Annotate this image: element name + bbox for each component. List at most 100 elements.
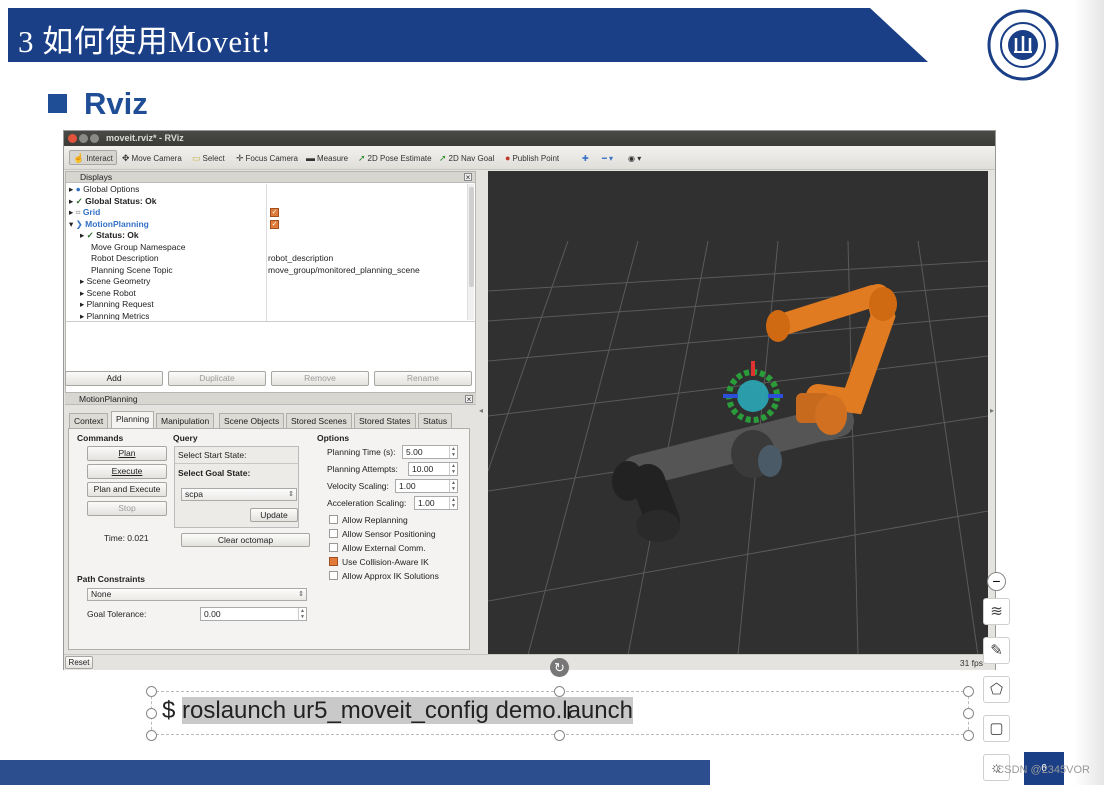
tree-row-planning-request[interactable]: ▸ Planning Request [80, 299, 154, 311]
acceleration-scaling-input[interactable]: 1.00 ▲ ▼ [414, 496, 458, 510]
maximize-window-button[interactable] [90, 134, 99, 143]
minimize-window-button[interactable] [79, 134, 88, 143]
spin-arrows-icon[interactable]: ▲ ▼ [449, 446, 457, 458]
pen-icon[interactable]: ✎ [983, 637, 1010, 664]
query-box: Select Start State: Select Goal State: s… [174, 446, 299, 528]
scrollbar-thumb[interactable] [469, 187, 474, 287]
focus-camera-icon: ✛ [236, 153, 244, 163]
planning-attempts-input[interactable]: 10.00 ▲ ▼ [408, 462, 458, 476]
resize-handle[interactable] [146, 708, 157, 719]
tree-row-robot-description[interactable]: Robot Description [91, 253, 159, 265]
tree-row-global-status[interactable]: ▸ ✓ Global Status: Ok [69, 196, 156, 208]
tool-interact[interactable]: ☝ Interact [69, 150, 117, 165]
collapse-left-icon[interactable]: ◂ [479, 406, 483, 415]
tree-row-planning-scene-topic[interactable]: Planning Scene Topic [91, 265, 173, 277]
tool-measure[interactable]: ▬ Measure [306, 151, 348, 166]
tab-manipulation[interactable]: Manipulation [156, 413, 215, 428]
resize-handle[interactable] [146, 686, 157, 697]
add-tool-icon[interactable]: ✚ [582, 151, 589, 166]
select-start-state-label[interactable]: Select Start State: [178, 450, 247, 460]
slide-subtitle: Rviz [84, 86, 148, 121]
tool-properties-icon[interactable]: ◉ ▾ [628, 151, 641, 166]
spin-arrows-icon[interactable]: ▲ ▼ [449, 463, 457, 475]
tree-row-planning-metrics[interactable]: ▸ Planning Metrics [80, 311, 149, 320]
tree-row-scene-robot[interactable]: ▸ Scene Robot [80, 288, 136, 300]
goal-tolerance-input[interactable]: 0.00 ▲ ▼ [200, 607, 307, 621]
select-goal-state-label[interactable]: Select Goal State: [178, 468, 250, 478]
allow-replanning-checkbox[interactable] [329, 515, 338, 524]
resize-handle[interactable] [963, 708, 974, 719]
3d-viewport[interactable] [488, 171, 988, 655]
shape-fill-icon[interactable]: ⬠ [983, 676, 1010, 703]
reset-button[interactable]: Reset [65, 656, 93, 669]
planning-scene-topic-value[interactable]: move_group/monitored_planning_scene [268, 265, 420, 277]
rename-display-button[interactable]: Rename [374, 371, 472, 386]
remove-tool-icon[interactable]: ━ ▾ [602, 151, 613, 166]
tool-focus-camera[interactable]: ✛ Focus Camera [236, 151, 298, 166]
interactive-marker[interactable] [723, 361, 783, 423]
tree-row-move-group-namespace[interactable]: Move Group Namespace [91, 242, 186, 254]
close-panel-button[interactable]: × [464, 173, 472, 182]
tab-scene-objects[interactable]: Scene Objects [219, 413, 285, 428]
approx-ik-checkbox[interactable] [329, 571, 338, 580]
spin-arrows-icon[interactable]: ▲ ▼ [449, 497, 457, 509]
add-display-button[interactable]: Add [65, 371, 163, 386]
collision-aware-ik-checkbox[interactable] [329, 557, 338, 566]
collapse-right-icon[interactable]: ▸ [990, 406, 994, 415]
robot-description-value[interactable]: robot_description [268, 253, 333, 265]
path-constraints-dropdown[interactable]: None ⇕ [87, 588, 307, 601]
tool-select[interactable]: ▭ Select [192, 151, 225, 166]
velocity-scaling-input[interactable]: 1.00 ▲ ▼ [395, 479, 458, 493]
map-pin-icon: ● [505, 153, 511, 163]
resize-handle[interactable] [554, 730, 565, 741]
stop-button[interactable]: Stop [87, 501, 167, 516]
update-button[interactable]: Update [250, 508, 298, 522]
plan-and-execute-button[interactable]: Plan and Execute [87, 482, 167, 497]
tree-row-grid[interactable]: ▸ ⌗ Grid [69, 207, 100, 219]
allow-sensor-positioning-checkbox[interactable] [329, 529, 338, 538]
tree-row-motion-planning[interactable]: ▾ ❯ MotionPlanning [69, 219, 149, 231]
resize-handle[interactable] [146, 730, 157, 741]
clear-octomap-button[interactable]: Clear octomap [181, 533, 310, 547]
resize-handle[interactable] [963, 686, 974, 697]
close-window-button[interactable] [68, 134, 77, 143]
rviz-window: moveit.rviz* - RViz ☝ Interact ✥ Move Came… [63, 130, 996, 670]
nav-arrow-icon: ➚ [439, 153, 447, 163]
moveit-icon: ❯ [75, 218, 83, 229]
spin-arrows-icon[interactable]: ▲ ▼ [298, 608, 306, 620]
spin-arrows-icon[interactable]: ▲ ▼ [449, 480, 457, 492]
allow-sensor-positioning-label: Allow Sensor Positioning [342, 529, 436, 539]
tool-move-camera[interactable]: ✥ Move Camera [122, 151, 182, 166]
layers-icon[interactable]: ≋ [983, 598, 1010, 625]
tree-row-global-options[interactable]: ▸ ● Global Options [69, 184, 139, 196]
motion-planning-panel: MotionPlanning × Context Planning Manipu… [65, 393, 476, 655]
goal-state-dropdown[interactable]: scpa ⇕ [181, 488, 297, 501]
execute-button[interactable]: Execute [87, 464, 167, 479]
tree-row-status[interactable]: ▸ ✓ Status: Ok [80, 230, 139, 242]
resize-handle[interactable] [963, 730, 974, 741]
tab-stored-states[interactable]: Stored States [354, 413, 416, 428]
allow-external-comm-checkbox[interactable] [329, 543, 338, 552]
rotate-handle-icon[interactable]: ↻ [550, 658, 569, 677]
duplicate-display-button[interactable]: Duplicate [168, 371, 266, 386]
command-text[interactable]: $ roslaunch ur5_moveit_config demo.launc… [162, 697, 633, 725]
motion-planning-enabled-checkbox[interactable]: ✓ [270, 219, 279, 229]
tool-publish-point[interactable]: ● Publish Point [505, 151, 559, 166]
tool-2d-nav-goal[interactable]: ➚ 2D Nav Goal [439, 151, 494, 166]
plan-button[interactable]: Plan [87, 446, 167, 461]
tab-context[interactable]: Context [69, 413, 109, 428]
resize-handle[interactable] [554, 686, 565, 697]
grid-enabled-checkbox[interactable]: ✓ [270, 208, 279, 217]
remove-display-button[interactable]: Remove [271, 371, 369, 386]
planning-time-input[interactable]: 5.00 ▲ ▼ [402, 445, 458, 459]
tab-status[interactable]: Status [418, 413, 453, 428]
close-panel-button[interactable]: × [465, 395, 473, 404]
frame-icon[interactable]: ▢ [983, 715, 1010, 742]
tree-scrollbar[interactable] [467, 184, 474, 320]
tab-stored-scenes[interactable]: Stored Scenes [286, 413, 352, 428]
tab-planning[interactable]: Planning [111, 411, 155, 428]
tree-row-scene-geometry[interactable]: ▸ Scene Geometry [80, 276, 150, 288]
minus-icon[interactable]: − [987, 572, 1006, 591]
tool-2d-pose-estimate[interactable]: ➚ 2D Pose Estimate [358, 151, 432, 166]
planning-attempts-label: Planning Attempts: [327, 464, 398, 474]
